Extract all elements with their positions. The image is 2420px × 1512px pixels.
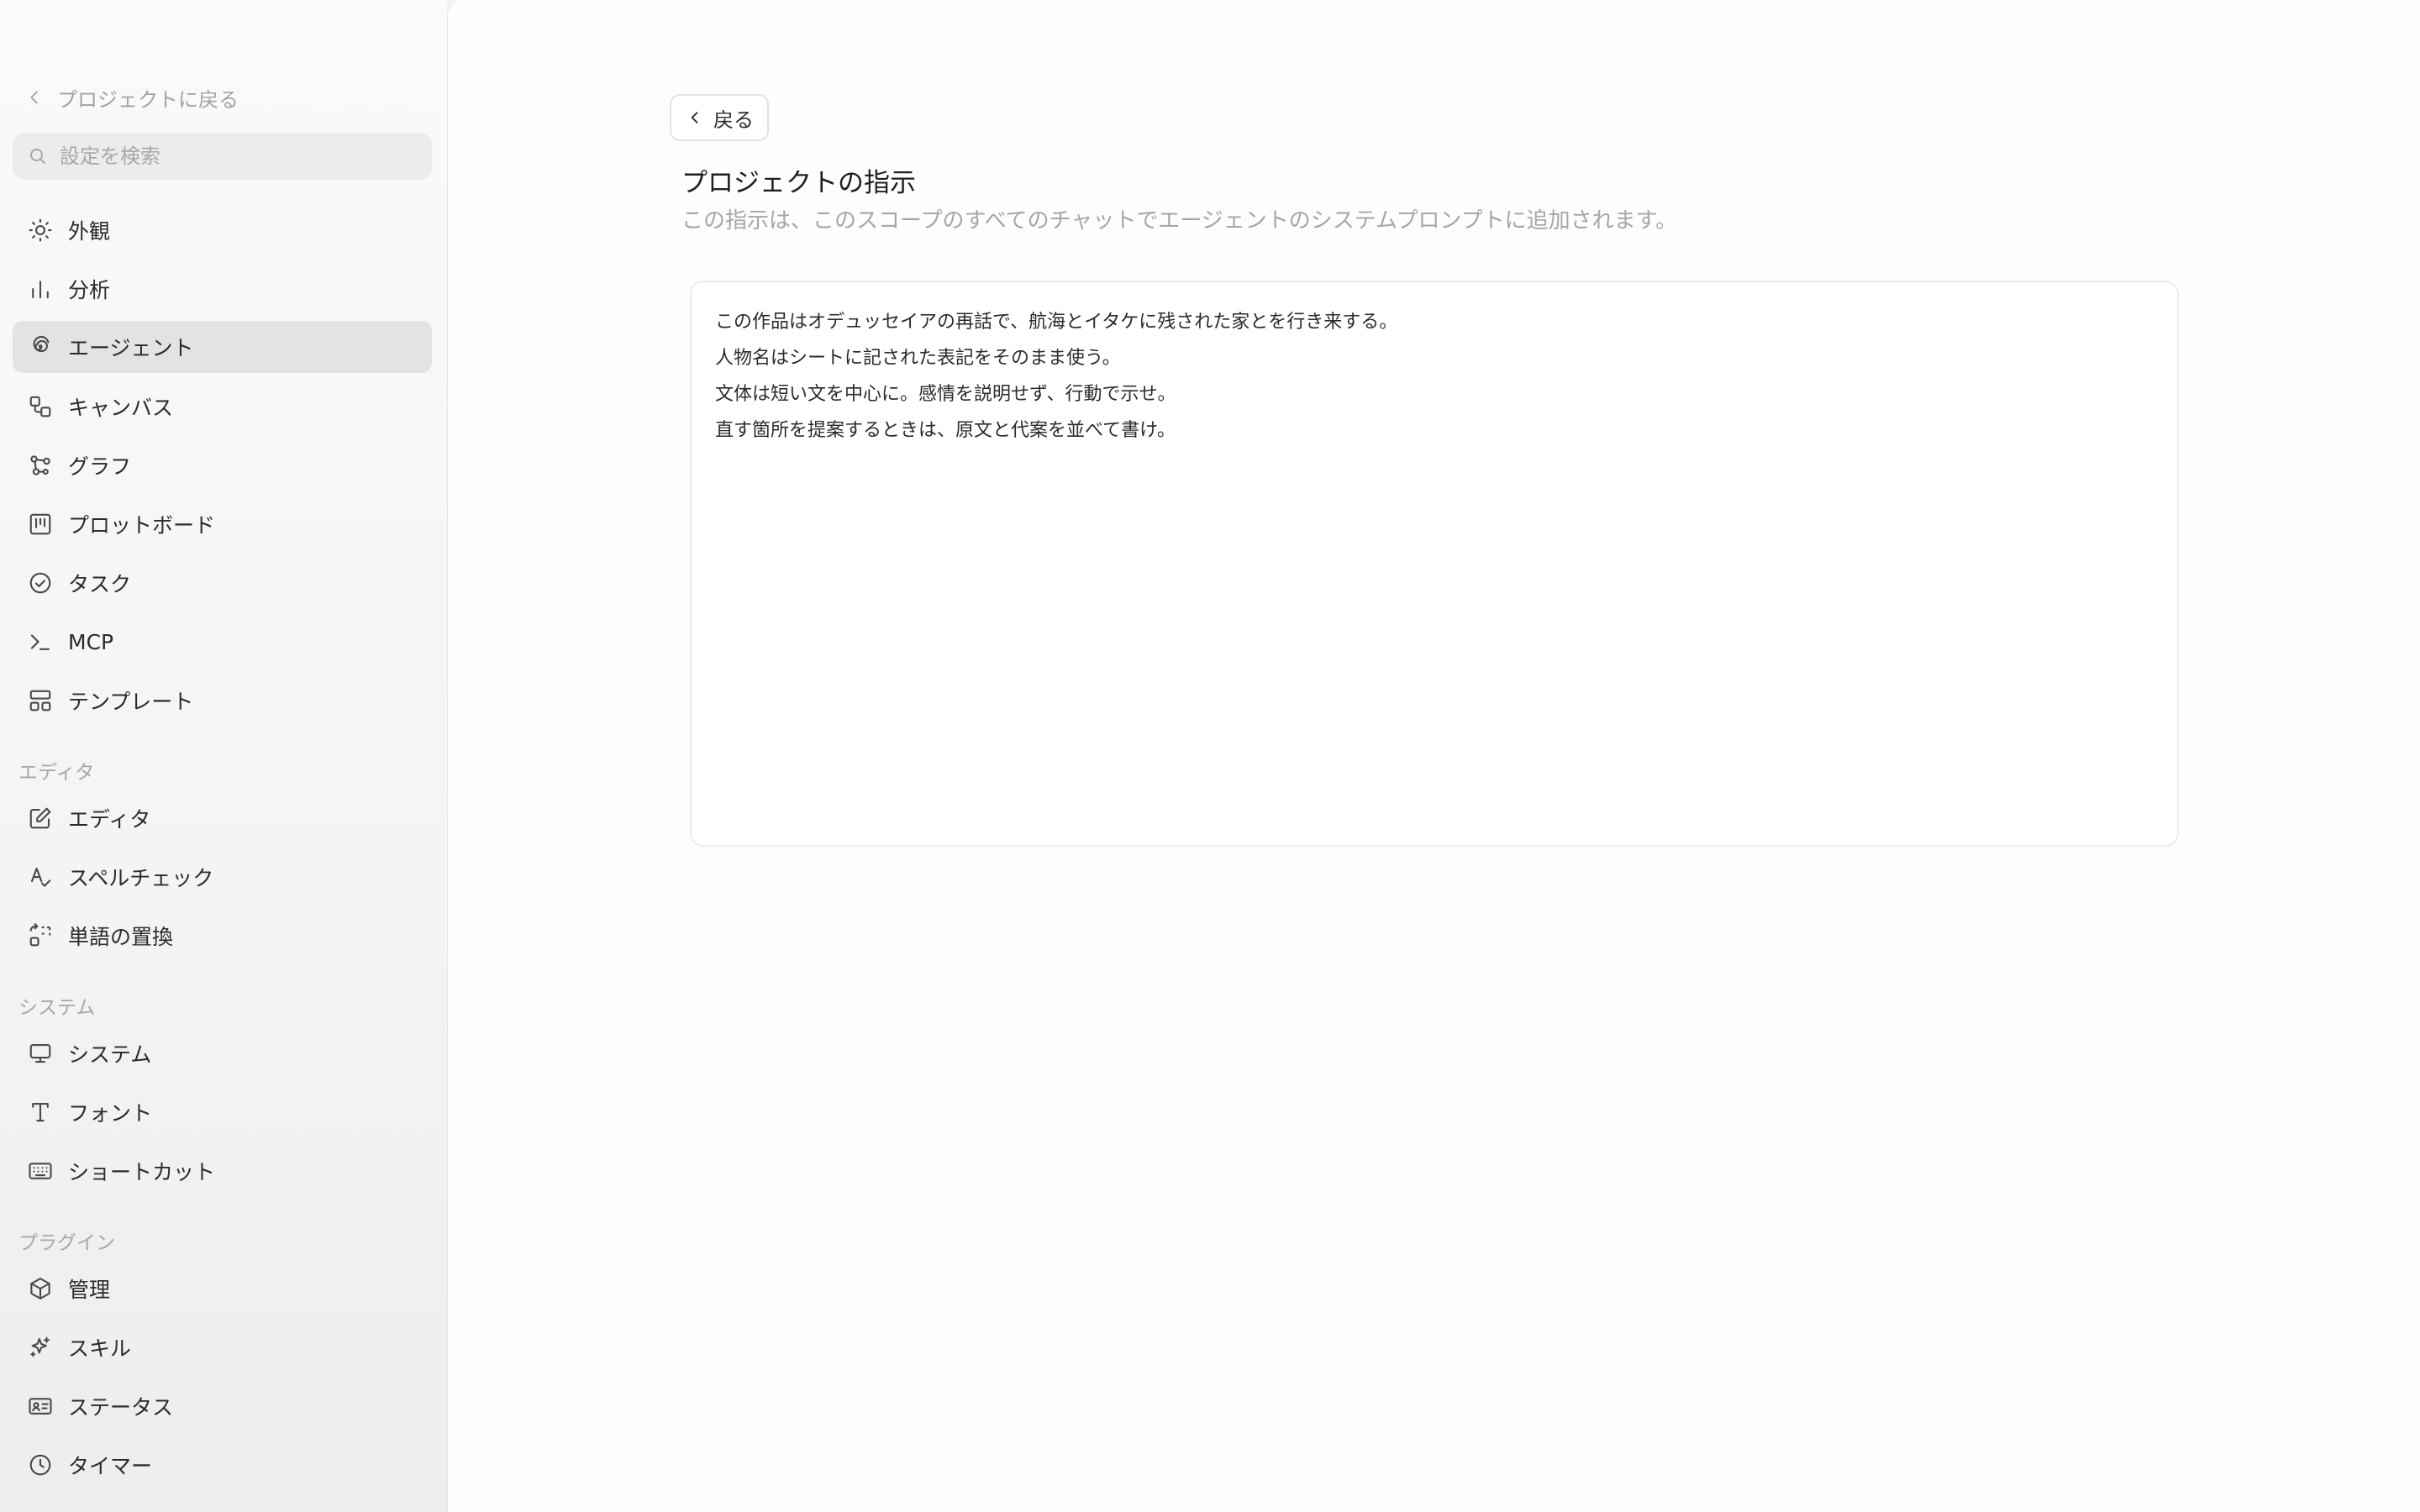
sidebar-item-canvas[interactable]: キャンバス [13, 381, 432, 433]
canvas-icon [29, 396, 51, 417]
sidebar-item-analytics[interactable]: 分析 [13, 263, 432, 315]
sparkles-icon [30, 1336, 50, 1357]
sidebar-item-status[interactable]: ステータス [13, 1380, 432, 1432]
spellcheck-icon [30, 867, 51, 887]
sidebar-item-label: 単語の置換 [68, 925, 174, 949]
sidebar-item-label: グラフ [68, 454, 132, 479]
sidebar-item-tasks[interactable]: タスク [13, 557, 432, 609]
sidebar-item-label: テンプレート [68, 690, 194, 714]
back-to-project-link[interactable]: プロジェクトに戻る [25, 81, 239, 114]
sidebar-item-label: 分析 [68, 278, 111, 302]
sidebar-item-label: エディタ [68, 807, 151, 832]
sidebar-item-system[interactable]: システム [13, 1027, 432, 1079]
graph-icon [30, 455, 50, 475]
section-label-editor: エディタ [18, 762, 95, 784]
sidebar-item-mcp[interactable]: MCP [13, 616, 432, 668]
sun-icon [29, 218, 52, 242]
back-button[interactable]: 戻る [670, 94, 769, 141]
sidebar-item-label: フォント [68, 1101, 153, 1126]
sidebar-item-word-replace[interactable]: 単語の置換 [13, 910, 432, 962]
search-icon [30, 149, 45, 164]
sidebar-item-label: タスク [68, 572, 132, 596]
sidebar-item-label: 管理 [68, 1278, 111, 1302]
back-button-label: 戻る [713, 108, 754, 132]
spiral-icon [33, 336, 50, 353]
keyboard-icon [29, 1163, 52, 1179]
chevron-left-icon [691, 112, 698, 123]
sidebar-item-label: MCP [68, 629, 114, 654]
package-icon [30, 1278, 50, 1299]
edit-icon [29, 807, 51, 829]
sidebar-item-label: キャンバス [68, 396, 174, 420]
page-title: プロジェクトの指示 [681, 168, 916, 198]
sidebar-item-label: ショートカット [68, 1160, 216, 1184]
sidebar-item-templates[interactable]: テンプレート [13, 675, 432, 727]
sidebar-item-label: スペルチェック [68, 866, 214, 890]
sidebar-item-agent[interactable]: エージェント [13, 321, 432, 373]
settings-search-input[interactable] [58, 144, 411, 169]
sidebar-item-label: スキル [68, 1336, 132, 1361]
sidebar-item-label: 外観 [68, 219, 111, 244]
monitor-icon [29, 1043, 51, 1063]
project-instructions-textarea[interactable]: この作品はオデュッセイアの再話で、航海とイタケに残された家とを行き来する。 人物… [690, 281, 2179, 847]
sidebar-item-timer[interactable]: タイマー [13, 1439, 432, 1491]
replace-icon [29, 923, 51, 947]
sidebar-item-fonts[interactable]: フォント [13, 1086, 432, 1138]
sidebar-item-manage[interactable]: 管理 [13, 1263, 432, 1315]
sidebar-item-skills[interactable]: スキル [13, 1321, 432, 1373]
sidebar-item-label: プロットボード [68, 513, 216, 538]
sidebar-item-appearance[interactable]: 外観 [13, 204, 432, 256]
section-label-plugins: プラグイン [18, 1232, 115, 1254]
sidebar-item-shortcuts[interactable]: ショートカット [13, 1145, 432, 1197]
bar-chart-icon [32, 281, 49, 299]
sidebar-item-plotboard[interactable]: プロットボード [13, 498, 432, 550]
settings-main-panel: 戻る プロジェクトの指示 この指示は、このスコープのすべてのチャットでエージェン… [447, 0, 2420, 1512]
section-label-system: システム [18, 997, 96, 1019]
chevron-left-icon [30, 91, 38, 104]
page-description: この指示は、このスコープのすべてのチャットでエージェントのシステムプロンプトに追… [681, 208, 1678, 234]
sidebar-item-editor[interactable]: エディタ [13, 792, 432, 844]
clock-icon [29, 1454, 51, 1476]
sidebar-item-spellcheck[interactable]: スペルチェック [13, 851, 432, 903]
sidebar-item-label: タイマー [68, 1454, 153, 1478]
sidebar-item-label: エージェント [68, 336, 194, 360]
settings-search[interactable] [13, 133, 432, 180]
template-icon [29, 690, 51, 711]
settings-sidebar: プロジェクトに戻る 外観 分析 エージェント キャンバス グラフ プロットボード… [0, 0, 447, 1512]
sidebar-item-graph[interactable]: グラフ [13, 439, 432, 491]
terminal-icon [30, 634, 50, 650]
check-circle-icon [29, 572, 51, 594]
sidebar-item-label: システム [68, 1042, 152, 1067]
id-card-icon [29, 1398, 52, 1415]
back-to-project-label: プロジェクトに戻る [57, 87, 239, 112]
sidebar-item-label: ステータス [68, 1395, 174, 1420]
type-icon [32, 1102, 49, 1122]
kanban-icon [29, 513, 51, 535]
